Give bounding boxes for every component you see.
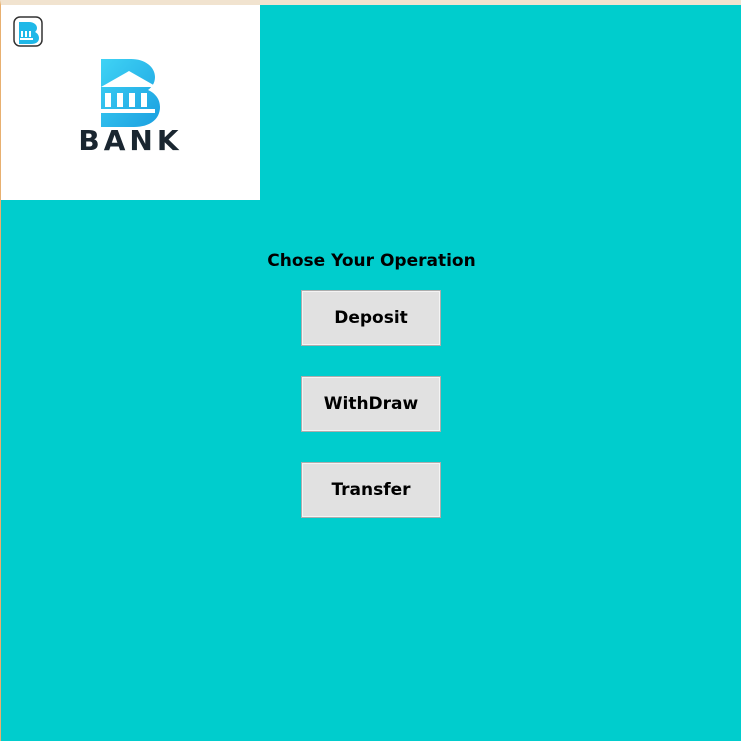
bank-operations-window: BANK Chose Your Operation Deposit WithDr… xyxy=(0,0,741,741)
operation-prompt: Chose Your Operation xyxy=(267,251,476,271)
deposit-button[interactable]: Deposit xyxy=(301,290,441,346)
bank-building-icon xyxy=(101,59,160,127)
withdraw-button[interactable]: WithDraw xyxy=(301,376,441,432)
bank-app-icon xyxy=(13,16,43,47)
transfer-button[interactable]: Transfer xyxy=(301,462,441,518)
logo-wordmark: BANK xyxy=(78,124,183,157)
